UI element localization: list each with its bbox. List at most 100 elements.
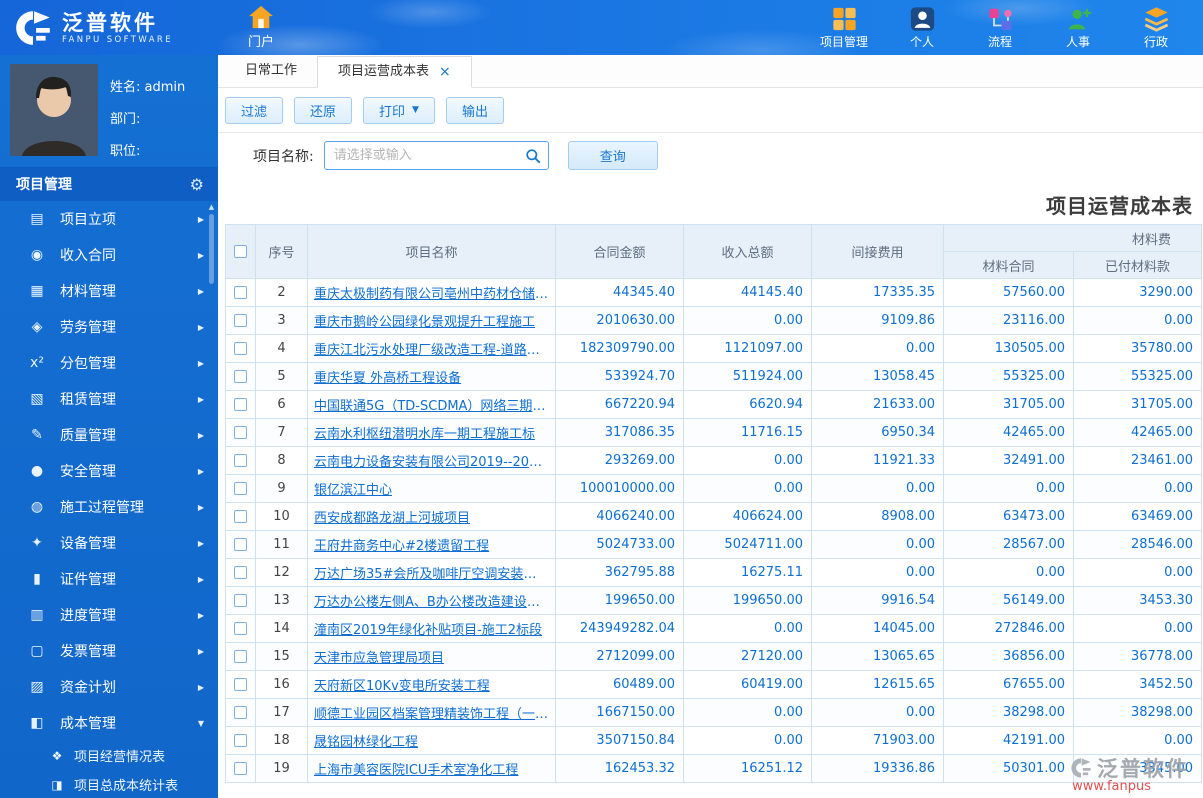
logo-title: 泛普软件: [62, 10, 158, 35]
row-checkbox[interactable]: [234, 454, 247, 467]
people-icon: [1068, 8, 1091, 29]
project-name-link[interactable]: 万达办公楼左侧A、B办公楼改造建设工程: [314, 591, 549, 610]
col-header-project-name: 项目名称: [307, 224, 556, 279]
nav-portal[interactable]: 门户: [230, 5, 292, 50]
row-checkbox[interactable]: [234, 286, 247, 299]
row-checkbox[interactable]: [234, 314, 247, 327]
portal-label: 门户: [247, 35, 274, 50]
income-total: 0.00: [683, 446, 812, 475]
print-button[interactable]: 打印 ▼: [363, 96, 435, 124]
profile-dept: 部门:: [110, 112, 141, 127]
project-name-link[interactable]: 晟铭园林绿化工程: [314, 731, 549, 750]
row-checkbox[interactable]: [234, 426, 247, 439]
indirect-cost: 17335.35: [811, 278, 944, 307]
row-checkbox[interactable]: [234, 622, 247, 635]
material-paid: 3290.00: [1072, 278, 1203, 307]
sidebar-scrollbar[interactable]: ▲: [207, 203, 216, 798]
sidebar-subitem-project-total-cost-table[interactable]: ◨ 项目总成本统计表: [0, 770, 218, 798]
row-checkbox[interactable]: [234, 510, 247, 523]
material-paid: 0.00: [1072, 726, 1203, 755]
project-name-input[interactable]: [333, 148, 525, 163]
sidebar-item-labor-management[interactable]: ◈ 劳务管理 ▶: [0, 309, 218, 345]
row-seq: 9: [255, 474, 308, 503]
export-button[interactable]: 输出: [445, 96, 504, 124]
project-name-link[interactable]: 潼南区2019年绿化补贴项目-施工2标段: [314, 619, 549, 638]
row-checkbox[interactable]: [234, 370, 247, 383]
project-name-link[interactable]: 天津市应急管理局项目: [314, 647, 549, 666]
nav-hr[interactable]: 人事: [1047, 6, 1109, 50]
project-name-link[interactable]: 顺德工业园区档案管理精装饰工程（一标段: [314, 703, 549, 722]
income-total: 406624.00: [683, 502, 812, 531]
row-checkbox[interactable]: [234, 762, 247, 775]
row-seq: 16: [255, 670, 308, 699]
row-checkbox[interactable]: [234, 594, 247, 607]
sidebar-item-progress-management[interactable]: ▥ 进度管理 ▶: [0, 597, 218, 633]
person-icon: [910, 6, 934, 31]
sidebar-subitem-project-operating-table[interactable]: ❖ 项目经营情况表: [0, 741, 218, 770]
chevron-right-icon: ▶: [197, 286, 204, 296]
sidebar-item-income-contract[interactable]: ◉ 收入合同 ▶: [0, 237, 218, 273]
row-checkbox[interactable]: [234, 650, 247, 663]
project-name-link[interactable]: 重庆江北污水处理厂级改造工程-道路修复: [314, 339, 549, 358]
project-name-link[interactable]: 重庆太极制药有限公司亳州中药材仓储物流: [314, 283, 549, 302]
nav-personal[interactable]: 个人: [891, 6, 953, 50]
sidebar-item-construction-process[interactable]: ◍ 施工过程管理 ▶: [0, 489, 218, 525]
row-checkbox[interactable]: [234, 566, 247, 579]
tab-daily-work[interactable]: 日常工作: [225, 55, 317, 87]
project-name-link[interactable]: 重庆华夏 外高桥工程设备: [314, 367, 549, 386]
project-name-link[interactable]: 西安成都路龙湖上河城项目: [314, 507, 549, 526]
sidebar-item-material-management[interactable]: ▦ 材料管理 ▶: [0, 273, 218, 309]
gear-icon[interactable]: ⚙: [190, 175, 204, 194]
nav-project-management[interactable]: 项目管理: [813, 6, 875, 50]
project-name-link[interactable]: 云南电力设备安装有限公司2019--2020年度: [314, 451, 549, 470]
query-button[interactable]: 查询: [567, 141, 658, 170]
search-icon[interactable]: [525, 148, 541, 164]
nav-workflow[interactable]: 流程: [969, 6, 1031, 50]
material-contract: 0.00: [943, 474, 1074, 503]
sidebar-item-quality-management[interactable]: ✎ 质量管理 ▶: [0, 417, 218, 453]
row-seq: 8: [255, 446, 308, 475]
row-checkbox[interactable]: [234, 706, 247, 719]
sidebar-item-lease-management[interactable]: ▧ 租赁管理 ▶: [0, 381, 218, 417]
row-checkbox[interactable]: [234, 482, 247, 495]
sidebar-item-safety-management[interactable]: ● 安全管理 ▶: [0, 453, 218, 489]
restore-button[interactable]: 还原: [294, 96, 353, 124]
material-contract: 36856.00: [943, 642, 1074, 671]
row-checkbox[interactable]: [234, 342, 247, 355]
row-checkbox[interactable]: [234, 678, 247, 691]
scrollbar-thumb[interactable]: [209, 214, 214, 284]
project-name-link[interactable]: 天府新区10Kv变电所安装工程: [314, 675, 549, 694]
sidebar-item-invoice-management[interactable]: ▢ 发票管理 ▶: [0, 633, 218, 669]
fanpu-logo-icon: [16, 10, 50, 45]
project-name-link[interactable]: 上海市美容医院ICU手术室净化工程: [314, 759, 549, 778]
contract-amount: 362795.88: [555, 558, 684, 587]
contract-amount: 293269.00: [555, 446, 684, 475]
row-checkbox[interactable]: [234, 734, 247, 747]
row-checkbox[interactable]: [234, 398, 247, 411]
scrollbar-up-icon[interactable]: ▲: [207, 203, 216, 211]
project-name-link[interactable]: 中国联通5G（TD-SCDMA）网络三期四川: [314, 395, 549, 414]
select-all-checkbox[interactable]: [234, 245, 247, 258]
sidebar-item-certificate-management[interactable]: ▮ 证件管理 ▶: [0, 561, 218, 597]
filter-button[interactable]: 过滤: [225, 96, 284, 124]
cost-table: 序号 项目名称 合同金额 收入总额 间接费用 材料费 材料合同 已付材料款 2重…: [225, 224, 1203, 783]
sidebar-item-cost-management[interactable]: ◧ 成本管理 ▼: [0, 705, 218, 741]
sidebar-item-equipment-management[interactable]: ✦ 设备管理 ▶: [0, 525, 218, 561]
sidebar-item-subcontract-management[interactable]: x² 分包管理 ▶: [0, 345, 218, 381]
material-contract: 23116.00: [943, 306, 1074, 335]
chevron-right-icon: ▶: [197, 502, 204, 512]
project-name-link[interactable]: 云南水利枢纽潜明水库一期工程施工标: [314, 423, 549, 442]
project-name-link[interactable]: 王府井商务中心#2楼遗留工程: [314, 535, 549, 554]
project-name-link[interactable]: 重庆市鹅岭公园绿化景观提升工程施工: [314, 311, 549, 330]
tab-project-operating-cost[interactable]: 项目运营成本表 ×: [317, 56, 472, 88]
contract-amount: 5024733.00: [555, 530, 684, 559]
nav-administration[interactable]: 行政: [1125, 6, 1187, 50]
chevron-right-icon: ▶: [197, 538, 204, 548]
row-checkbox[interactable]: [234, 538, 247, 551]
project-name-link[interactable]: 银亿滨江中心: [314, 479, 549, 498]
project-name-link[interactable]: 万达广场35#会所及咖啡厅空调安装工程: [314, 563, 549, 582]
close-icon[interactable]: ×: [439, 65, 451, 79]
sidebar-item-fund-plan[interactable]: ▨ 资金计划 ▶: [0, 669, 218, 705]
chevron-right-icon: ▶: [197, 574, 204, 584]
sidebar-item-project-initiation[interactable]: ▤ 项目立项 ▶: [0, 201, 218, 237]
